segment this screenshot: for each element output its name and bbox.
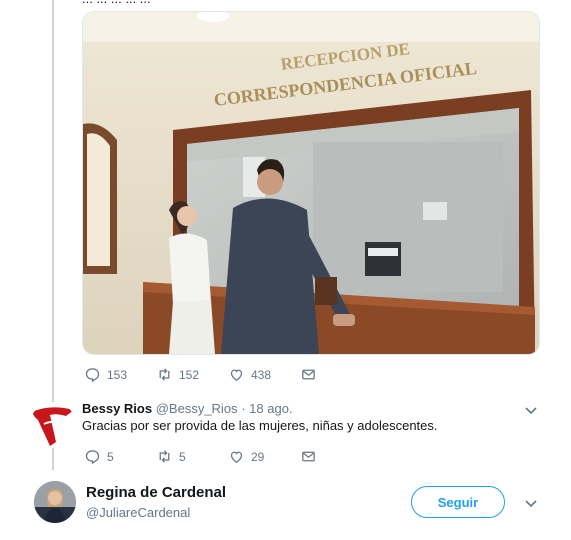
like-icon — [230, 451, 243, 463]
like-button[interactable]: 438 — [228, 366, 271, 383]
dm-icon — [302, 369, 315, 380]
reply-count: 5 — [107, 449, 114, 464]
separator-dot: · — [241, 401, 246, 416]
reply-author-handle[interactable]: @Bessy_Rios — [156, 401, 238, 416]
reply-button[interactable]: 5 — [84, 448, 114, 465]
retweet-count: 5 — [179, 449, 186, 464]
reply-icon — [85, 368, 100, 383]
reply-header: Bessy Rios @Bessy_Rios · 18 ago. — [82, 401, 293, 416]
reply-button[interactable]: 153 — [84, 366, 127, 383]
avatar-photo — [34, 481, 76, 523]
tweet-text-cut: ... ... ... ... ... — [82, 0, 151, 6]
office-scene-image: RECEPCION DE CORRESPONDENCIA OFICIAL — [83, 12, 539, 354]
dm-button[interactable] — [300, 448, 317, 465]
tweet-photo[interactable]: RECEPCION DE CORRESPONDENCIA OFICIAL — [82, 11, 540, 355]
avatar-logo — [32, 407, 74, 446]
like-count: 29 — [251, 449, 265, 464]
reply-author-name[interactable]: Bessy Rios — [82, 401, 152, 416]
reply-count: 153 — [107, 367, 128, 382]
account-handle[interactable]: @JuliareCardenal — [86, 505, 190, 520]
retweet-button[interactable]: 152 — [156, 366, 199, 383]
chevron-down-icon[interactable] — [524, 403, 538, 417]
reply-icon — [85, 450, 100, 465]
avatar[interactable] — [34, 481, 76, 523]
thread-line — [52, 0, 54, 470]
like-count: 438 — [251, 367, 272, 382]
retweet-icon — [159, 450, 170, 463]
like-button[interactable]: 29 — [228, 448, 264, 465]
account-name[interactable]: Regina de Cardenal — [86, 484, 226, 501]
reply-date[interactable]: 18 ago. — [249, 401, 292, 416]
follow-button[interactable]: Seguir — [411, 486, 505, 518]
retweet-icon — [159, 368, 170, 381]
reply-text: Gracias por ser provida de las mujeres, … — [82, 418, 438, 433]
chevron-down-icon[interactable] — [524, 496, 538, 510]
retweet-button[interactable]: 5 — [156, 448, 186, 465]
avatar[interactable] — [30, 402, 76, 448]
like-icon — [230, 369, 243, 381]
dm-button[interactable] — [300, 366, 317, 383]
retweet-count: 152 — [179, 367, 200, 382]
dm-icon — [302, 451, 315, 462]
